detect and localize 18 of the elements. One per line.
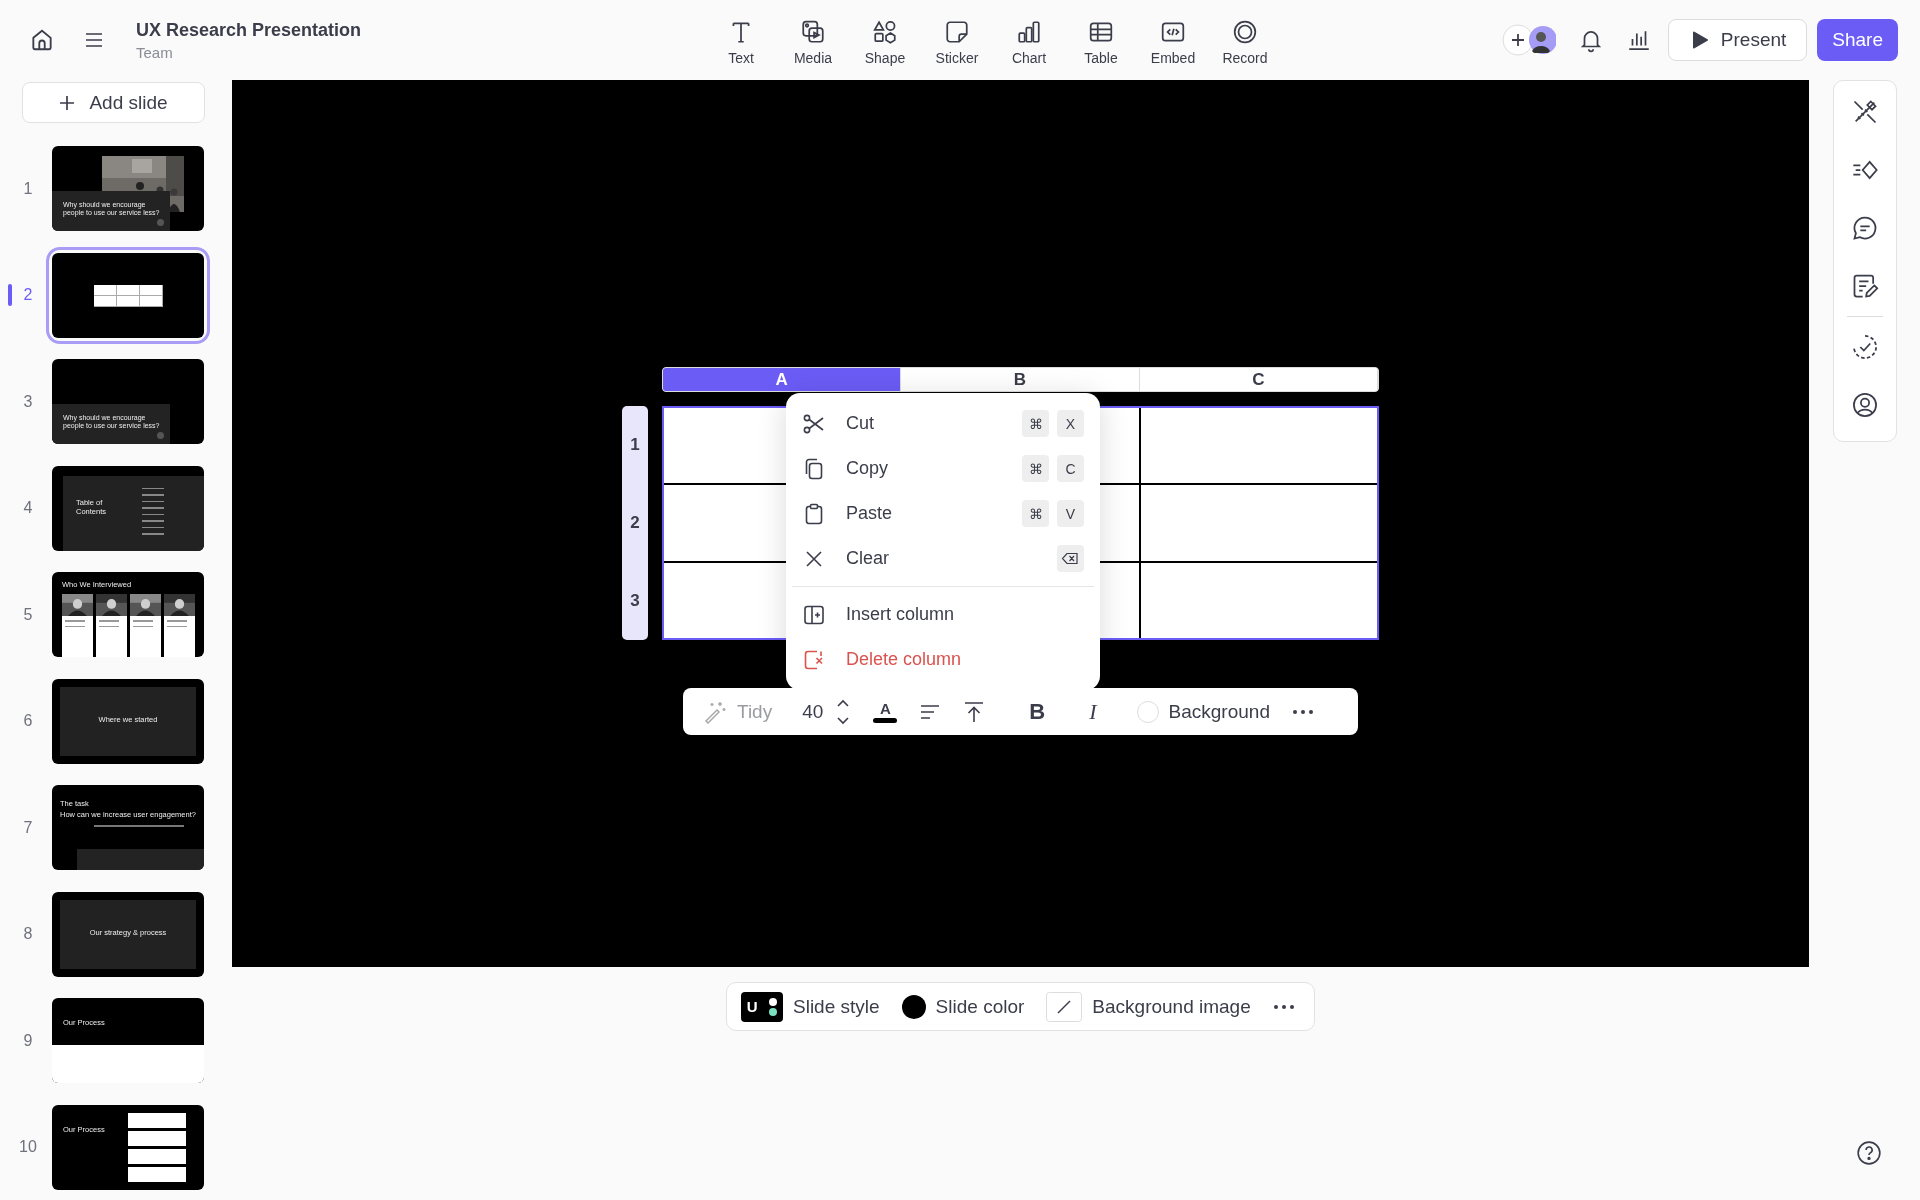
shortcut-key: ⌘ xyxy=(1022,455,1049,482)
slide-number: 7 xyxy=(22,818,34,837)
slide-number: 3 xyxy=(22,392,34,411)
shortcut-key: V xyxy=(1057,500,1084,527)
slide-number: 10 xyxy=(18,1138,38,1156)
slide-number: 5 xyxy=(22,605,34,624)
slide-number: 8 xyxy=(22,925,34,943)
shortcut-key: C xyxy=(1057,455,1084,482)
shortcut-key: ⌘ xyxy=(1022,410,1049,437)
slide-number: 1 xyxy=(22,179,34,198)
slide-number: 2 xyxy=(22,286,34,304)
shortcut-key: ⌘ xyxy=(1022,500,1049,527)
slide-number: 6 xyxy=(22,712,34,730)
slide-number: 9 xyxy=(22,1031,34,1050)
document-subtitle: Team xyxy=(136,43,174,61)
style-badge: U xyxy=(741,991,783,1022)
shortcut-key: X xyxy=(1057,410,1084,437)
slide-number: 4 xyxy=(22,499,34,517)
